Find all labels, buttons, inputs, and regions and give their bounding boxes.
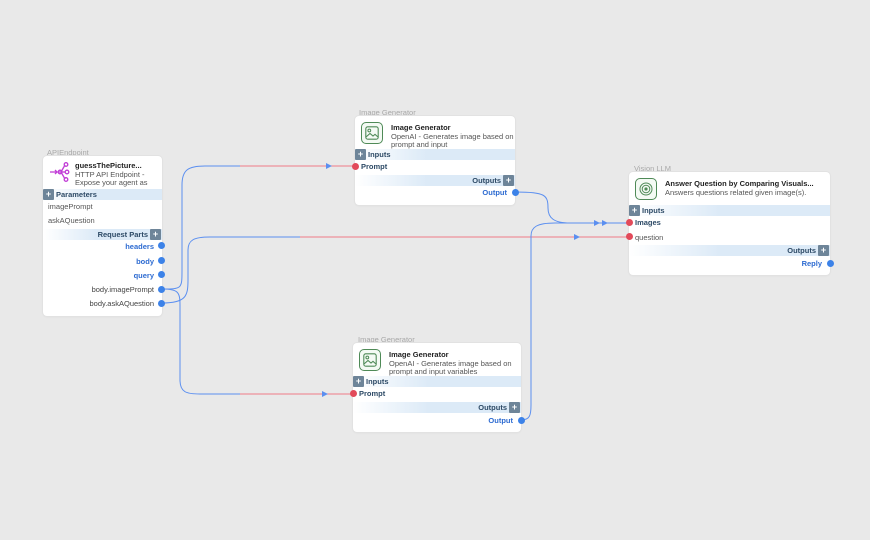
image-icon bbox=[361, 122, 383, 144]
output-label: Output bbox=[488, 416, 513, 425]
output-query-port[interactable] bbox=[158, 271, 165, 278]
add-output-icon[interactable]: + bbox=[503, 175, 514, 186]
image-generator-node-top[interactable]: Image Generator OpenAI - Generates image… bbox=[352, 116, 519, 205]
edge-arrow-bottom-prompt bbox=[322, 391, 328, 397]
parameters-label: Parameters bbox=[56, 190, 97, 199]
prompt-input-label: Prompt bbox=[359, 389, 386, 398]
prompt-input-port[interactable] bbox=[350, 390, 357, 397]
output-body-imageprompt: body.imagePrompt bbox=[91, 285, 154, 294]
image-gen-bottom-description: OpenAI - Generates image based on prompt… bbox=[389, 359, 512, 376]
inputs-label: Inputs bbox=[366, 377, 389, 386]
outputs-label: Outputs bbox=[472, 176, 501, 185]
outputs-bar: Outputs + bbox=[629, 245, 830, 256]
add-input-icon[interactable]: + bbox=[353, 376, 364, 387]
add-parameter-icon[interactable]: + bbox=[43, 189, 54, 200]
api-node-title: guessThePicture... bbox=[75, 161, 142, 170]
output-body-port[interactable] bbox=[158, 257, 165, 264]
prompt-input-port[interactable] bbox=[352, 163, 359, 170]
add-input-icon[interactable]: + bbox=[355, 149, 366, 160]
outputs-label: Outputs bbox=[478, 403, 507, 412]
vision-node-title: Answer Question by Comparing Visuals... bbox=[665, 179, 814, 188]
output-query: query bbox=[133, 271, 154, 280]
output-body: body bbox=[136, 257, 154, 266]
output-body-askaquestion-port[interactable] bbox=[158, 300, 165, 307]
outputs-label: Outputs bbox=[787, 246, 816, 255]
output-body-imageprompt-port[interactable] bbox=[158, 286, 165, 293]
question-input-port[interactable] bbox=[626, 233, 633, 240]
edge-arrow-images-a bbox=[594, 220, 600, 226]
request-parts-label: Request Parts bbox=[97, 230, 148, 239]
edge-arrow-question bbox=[574, 234, 580, 240]
edge-imageprompt-to-bottom bbox=[161, 288, 353, 395]
api-endpoint-icon bbox=[49, 161, 71, 183]
edge-arrow-top-prompt bbox=[326, 163, 332, 169]
inputs-label: Inputs bbox=[368, 150, 391, 159]
question-input-label: question bbox=[635, 233, 664, 242]
output-port[interactable] bbox=[512, 189, 519, 196]
image-gen-top-description: OpenAI - Generates image based on prompt… bbox=[391, 132, 514, 149]
edge-arrow-images-b bbox=[602, 220, 608, 226]
api-node-description: HTTP API Endpoint - Expose your agent as bbox=[75, 171, 148, 187]
reply-output-port[interactable] bbox=[827, 260, 834, 267]
output-port[interactable] bbox=[518, 417, 525, 424]
images-input-port[interactable] bbox=[626, 219, 633, 226]
vision-llm-node[interactable]: Answer Question by Comparing Visuals... … bbox=[626, 172, 834, 275]
api-endpoint-node[interactable]: guessThePicture... HTTP API Endpoint - E… bbox=[43, 156, 165, 316]
image-icon bbox=[359, 349, 381, 371]
edge-question bbox=[161, 236, 629, 304]
param-askaquestion: askAQuestion bbox=[48, 216, 95, 225]
outputs-bar: Outputs + bbox=[355, 175, 515, 186]
output-body-askaquestion: body.askAQuestion bbox=[89, 299, 154, 308]
output-headers-port[interactable] bbox=[158, 242, 165, 249]
inputs-label: Inputs bbox=[642, 206, 665, 215]
add-output-icon[interactable]: + bbox=[509, 402, 520, 413]
output-label: Output bbox=[482, 188, 507, 197]
param-imageprompt: imagePrompt bbox=[48, 202, 93, 211]
reply-output-label: Reply bbox=[801, 259, 822, 268]
vision-target-icon bbox=[635, 178, 657, 200]
parameters-bar: + Parameters bbox=[43, 189, 162, 200]
image-gen-bottom-title: Image Generator bbox=[389, 350, 449, 359]
add-input-icon[interactable]: + bbox=[629, 205, 640, 216]
image-gen-top-title: Image Generator bbox=[391, 123, 451, 132]
edge-top-output-images bbox=[515, 191, 629, 224]
outputs-bar: Outputs + bbox=[353, 402, 521, 413]
image-generator-node-bottom[interactable]: Image Generator OpenAI - Generates image… bbox=[350, 343, 525, 432]
edge-bottom-output-images bbox=[520, 222, 629, 421]
workflow-canvas[interactable]: APIEndpoint guessThePicture... HTTP API … bbox=[0, 0, 870, 540]
output-headers: headers bbox=[125, 242, 154, 251]
inputs-bar: + Inputs bbox=[629, 205, 830, 216]
images-input-label: Images bbox=[635, 218, 661, 227]
add-request-part-icon[interactable]: + bbox=[150, 229, 161, 240]
prompt-input-label: Prompt bbox=[361, 162, 388, 171]
request-parts-bar: Request Parts + bbox=[43, 229, 162, 240]
add-output-icon[interactable]: + bbox=[818, 245, 829, 256]
edge-imageprompt-to-top bbox=[161, 165, 355, 290]
inputs-bar: + Inputs bbox=[355, 149, 515, 160]
inputs-bar: + Inputs bbox=[353, 376, 521, 387]
vision-node-description: Answers questions related given image(s)… bbox=[665, 188, 807, 197]
